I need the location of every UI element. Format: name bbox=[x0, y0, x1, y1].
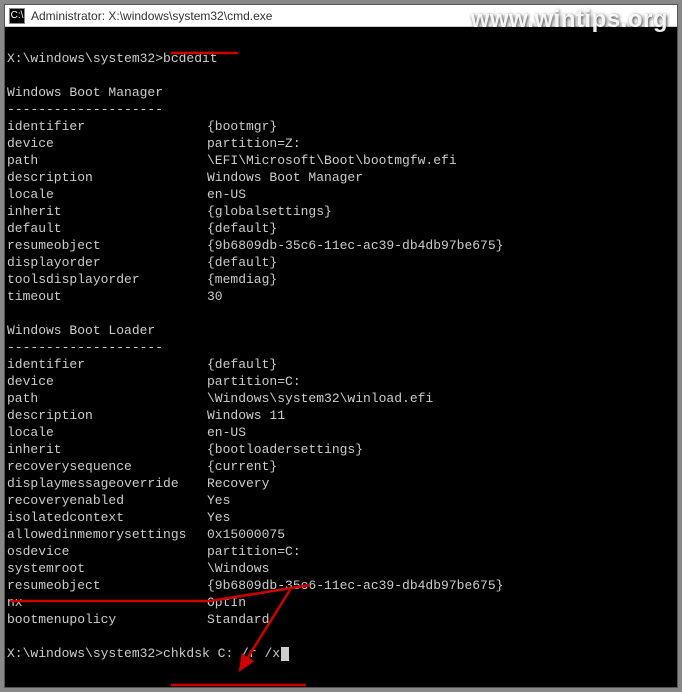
titlebar[interactable]: C:\ Administrator: X:\windows\system32\c… bbox=[5, 5, 677, 27]
bm-displayorder: displayorder{default} bbox=[7, 255, 277, 270]
cmd-window: C:\ Administrator: X:\windows\system32\c… bbox=[4, 4, 678, 688]
bm-toolsdisplayorder: toolsdisplayorder{memdiag} bbox=[7, 272, 277, 287]
bl-device: devicepartition=C: bbox=[7, 374, 301, 389]
bl-isolatedcontext: isolatedcontextYes bbox=[7, 510, 230, 525]
minimize-button[interactable] bbox=[645, 5, 677, 26]
bl-osdevice: osdevicepartition=C: bbox=[7, 544, 301, 559]
bl-nx: nxOptIn bbox=[7, 595, 246, 610]
cursor-icon bbox=[281, 647, 289, 661]
bm-device: devicepartition=Z: bbox=[7, 136, 301, 151]
divider: -------------------- bbox=[7, 102, 163, 117]
bl-identifier: identifier{default} bbox=[7, 357, 277, 372]
prompt-line-1: X:\windows\system32>bcdedit bbox=[7, 51, 218, 66]
bl-description: descriptionWindows 11 bbox=[7, 408, 285, 423]
bm-default: default{default} bbox=[7, 221, 277, 236]
bm-path: path\EFI\Microsoft\Boot\bootmgfw.efi bbox=[7, 153, 457, 168]
bl-recoverysequence: recoverysequence{current} bbox=[7, 459, 277, 474]
bl-resumeobject: resumeobject{9b6809db-35c6-11ec-ac39-db4… bbox=[7, 578, 503, 593]
bm-description: descriptionWindows Boot Manager bbox=[7, 170, 363, 185]
bl-bootmenupolicy: bootmenupolicyStandard bbox=[7, 612, 269, 627]
cmd-icon: C:\ bbox=[9, 8, 25, 24]
bl-recoveryenabled: recoveryenabledYes bbox=[7, 493, 230, 508]
bl-inherit: inherit{bootloadersettings} bbox=[7, 442, 363, 457]
bl-allowedinmemorysettings: allowedinmemorysettings0x15000075 bbox=[7, 527, 285, 542]
section-boot-loader: Windows Boot Loader bbox=[7, 323, 155, 338]
bl-locale: localeen-US bbox=[7, 425, 246, 440]
bm-inherit: inherit{globalsettings} bbox=[7, 204, 332, 219]
window-title: Administrator: X:\windows\system32\cmd.e… bbox=[31, 9, 272, 23]
bl-path: path\Windows\system32\winload.efi bbox=[7, 391, 433, 406]
bm-locale: localeen-US bbox=[7, 187, 246, 202]
prompt-line-2: X:\windows\system32>chkdsk C: /r /x bbox=[7, 646, 289, 661]
bm-identifier: identifier{bootmgr} bbox=[7, 119, 277, 134]
terminal-output[interactable]: X:\windows\system32>bcdedit Windows Boot… bbox=[5, 27, 677, 687]
bm-timeout: timeout30 bbox=[7, 289, 223, 304]
section-boot-manager: Windows Boot Manager bbox=[7, 85, 163, 100]
divider: -------------------- bbox=[7, 340, 163, 355]
bm-resumeobject: resumeobject{9b6809db-35c6-11ec-ac39-db4… bbox=[7, 238, 503, 253]
bl-systemroot: systemroot\Windows bbox=[7, 561, 269, 576]
bl-displaymessageoverride: displaymessageoverrideRecovery bbox=[7, 476, 269, 491]
